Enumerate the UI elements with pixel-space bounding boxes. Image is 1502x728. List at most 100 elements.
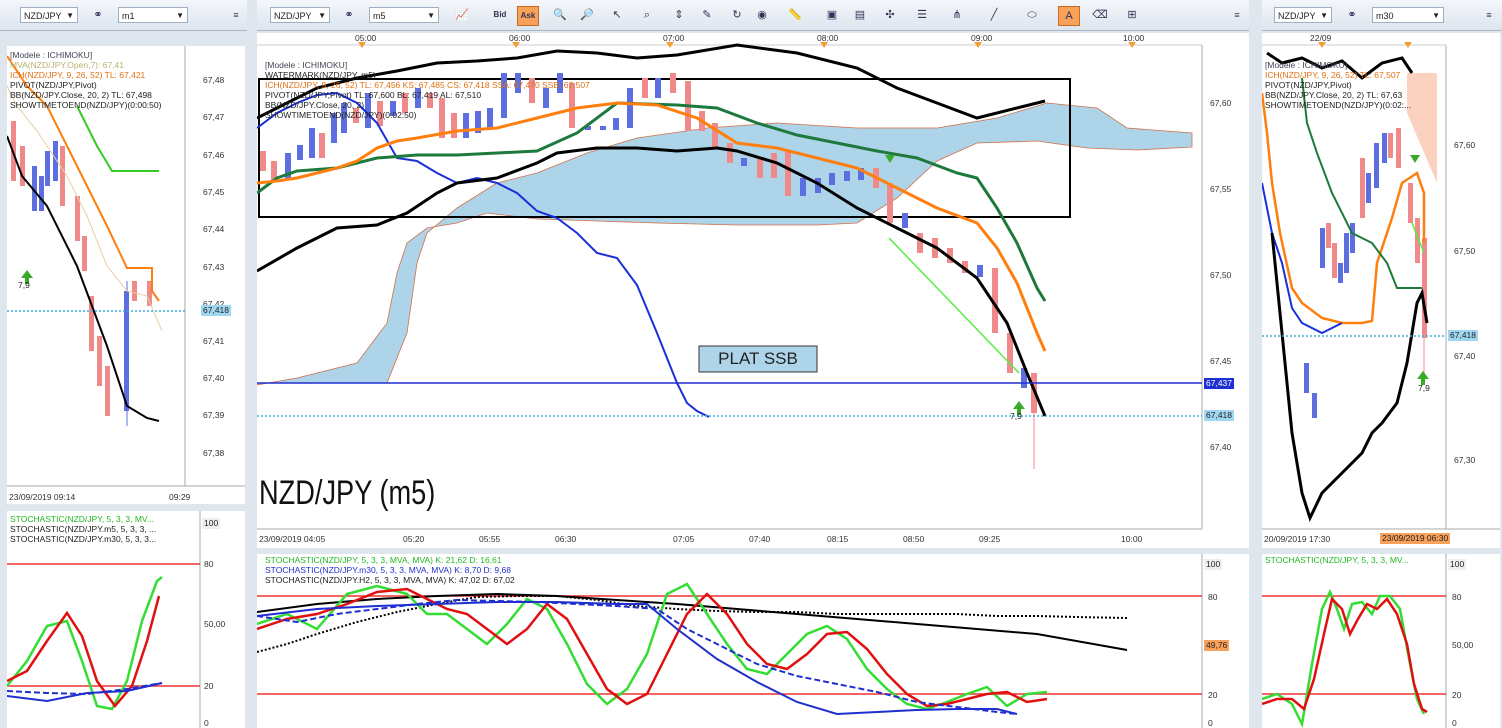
left-legend-pivot: PIVOT(NZD/JPY,Pivot) xyxy=(10,80,97,90)
main-stoch-tick: 100 xyxy=(1204,559,1223,570)
main-toolbar: NZD/JPY ▼ ⚭ m5 ▼ 📈 Bid Ask 🔍 🔎 ↖ ⌕ ⇕ ✎ ↻ ◉… xyxy=(257,0,1249,31)
ask-button[interactable]: Ask xyxy=(517,6,539,26)
fit-icon[interactable]: ⇕ xyxy=(669,6,689,24)
right-stoch-tick: 20 xyxy=(1452,690,1462,700)
left-symbol-value: NZD/JPY xyxy=(24,11,62,21)
main-xlabel: 05:55 xyxy=(479,534,501,544)
text-tool-icon[interactable]: A xyxy=(1058,6,1080,26)
left-stoch-tick: 20 xyxy=(204,681,214,691)
main-legend-model: [Modele : ICHIMOKU] xyxy=(265,60,348,70)
fan-icon[interactable]: ⋔ xyxy=(947,6,967,24)
main-xlabel: 10:00 xyxy=(1121,534,1143,544)
right-symbol-value: NZD/JPY xyxy=(1278,11,1316,21)
left-symbol-select[interactable]: NZD/JPY ▼ xyxy=(20,7,78,23)
zoom-out-icon[interactable]: 🔎 xyxy=(577,6,597,24)
cursor-icon[interactable]: ↖ xyxy=(607,6,627,24)
left-stoch-tick: 0 xyxy=(204,718,209,728)
refresh-icon[interactable]: ↻ xyxy=(727,6,747,24)
main-ytick: 67,45 xyxy=(1210,356,1232,366)
main-arrow-label: 7,9 xyxy=(1010,411,1022,421)
left-timeframe-value: m1 xyxy=(122,11,135,21)
left-stoch-chart[interactable]: STOCHASTIC(NZD/JPY, 5, 3, 3, MV... STOCH… xyxy=(7,511,245,728)
left-stoch-legend: STOCHASTIC(NZD/JPY, 5, 3, 3, MV... xyxy=(10,514,154,524)
main-stoch-tick: 80 xyxy=(1208,592,1218,602)
link-icon[interactable]: ⚭ xyxy=(1342,6,1362,24)
bid-button[interactable]: Bid xyxy=(490,6,510,24)
left-xlabel: 23/09/2019 09:14 xyxy=(9,492,76,502)
link-icon[interactable]: ⚭ xyxy=(88,6,108,24)
right-bb-lower xyxy=(1270,232,1429,523)
lines-icon[interactable]: ☰ xyxy=(912,6,932,24)
main-symbol-select[interactable]: NZD/JPY ▼ xyxy=(270,7,330,23)
right-timeframe-select[interactable]: m30 ▼ xyxy=(1372,7,1444,23)
main-ytick: 67,60 xyxy=(1210,98,1232,108)
eraser-icon[interactable]: ⌫ xyxy=(1090,6,1110,24)
chevron-down-icon: ▼ xyxy=(1320,11,1328,20)
ichimoku-cloud xyxy=(257,102,1193,386)
top-time-label: 08:00 xyxy=(817,33,839,43)
top-time-label: 05:00 xyxy=(355,33,377,43)
edit-icon[interactable]: ✎ xyxy=(697,6,717,24)
main-xlabel: 23/09/2019 04:05 xyxy=(259,534,326,544)
left-kijun-line xyxy=(76,105,159,172)
chevron-down-icon: ▼ xyxy=(1432,11,1440,20)
window-icon[interactable]: ▤ xyxy=(850,6,870,24)
chart-type-icon[interactable]: 📈 xyxy=(452,6,472,24)
magnifier-icon[interactable]: ⌕ xyxy=(637,6,657,24)
left-toolbar: NZD/JPY ▼ ⚭ m1 ▼ ≡ xyxy=(0,0,247,31)
left-stoch-legend: STOCHASTIC(NZD/JPY.m5, 5, 3, 3, ... xyxy=(10,524,157,534)
main-xlabel: 07:40 xyxy=(749,534,771,544)
left-arrow-label: 7,9 xyxy=(18,280,30,290)
main-stoch-tick: 0 xyxy=(1208,718,1213,728)
right-price-chart[interactable]: 22/09 [Modele : ICHIMOKU] ICH(NZD/JPY, 9… xyxy=(1262,33,1500,548)
right-top-date: 22/09 xyxy=(1310,33,1332,43)
top-time-label: 10:00 xyxy=(1123,33,1145,43)
left-price-tag: 67,418 xyxy=(201,305,231,316)
right-toolbar: NZD/JPY ▼ ⚭ m30 ▼ ≡ xyxy=(1262,0,1502,31)
left-ytick: 67,41 xyxy=(203,336,225,346)
main-stoch-tick: 49,76 xyxy=(1204,640,1230,651)
ssb-price-tag: 67,437 xyxy=(1204,378,1234,389)
plat-ssb-label[interactable]: PLAT SSB xyxy=(699,349,817,369)
globe-icon[interactable]: ◉ xyxy=(752,6,772,24)
left-ytick: 67,43 xyxy=(203,262,225,272)
left-legend-mva: MVA(NZD/JPY.Open,7): 67,41 xyxy=(10,60,125,70)
menu-icon[interactable]: ≡ xyxy=(1227,6,1247,24)
left-ytick: 67,47 xyxy=(203,112,225,122)
top-time-label: 09:00 xyxy=(971,33,993,43)
main-xlabel: 05:20 xyxy=(403,534,425,544)
left-timeframe-select[interactable]: m1 ▼ xyxy=(118,7,188,23)
right-stoch-tick: 0 xyxy=(1452,718,1457,728)
main-legend-ich: ICH(NZD/JPY, 9, 26, 52) TL: 67,456 KS: 6… xyxy=(265,80,590,90)
crosshair-icon[interactable]: ✣ xyxy=(880,6,900,24)
right-legend-timer: SHOWTIMETOEND(NZD/JPY)(0:02:... xyxy=(1265,100,1412,110)
right-xlabel: 20/09/2019 17:30 xyxy=(1264,534,1331,544)
image-icon[interactable]: ▣ xyxy=(822,6,842,24)
left-candles xyxy=(11,121,152,426)
left-ytick: 67,46 xyxy=(203,150,225,160)
zoom-in-icon[interactable]: 🔍 xyxy=(550,6,570,24)
hierarchy-icon[interactable]: ⊞ xyxy=(1122,6,1142,24)
ellipse-icon[interactable]: ⬭ xyxy=(1022,6,1042,24)
right-ytick: 67,60 xyxy=(1454,140,1476,150)
left-legend-timer: SHOWTIMETOEND(NZD/JPY)(0:00:50) xyxy=(10,100,162,110)
main-stoch-tick: 20 xyxy=(1208,690,1218,700)
main-timeframe-select[interactable]: m5 ▼ xyxy=(369,7,439,23)
right-symbol-select[interactable]: NZD/JPY ▼ xyxy=(1274,7,1332,23)
right-xlabel-highlight: 23/09/2019 06:30 xyxy=(1380,533,1451,544)
main-ytick: 67,40 xyxy=(1210,442,1232,452)
main-stoch-chart[interactable]: STOCHASTIC(NZD/JPY, 5, 3, 3, MVA, MVA) K… xyxy=(257,554,1249,728)
main-price-chart[interactable]: 05:00 06:00 07:00 08:00 09:00 10:00 [Mod… xyxy=(257,33,1249,548)
right-stoch-chart[interactable]: STOCHASTIC(NZD/JPY, 5, 3, 3, MV... 100 8… xyxy=(1262,554,1500,728)
right-legend-model: [Modele : ICHIMOKU] xyxy=(1265,60,1348,70)
ruler-icon[interactable]: 📏 xyxy=(785,6,805,24)
link-icon[interactable]: ⚭ xyxy=(339,6,359,24)
chevron-down-icon: ▼ xyxy=(427,11,435,20)
left-ytick: 67,40 xyxy=(203,373,225,383)
menu-icon[interactable]: ≡ xyxy=(1479,6,1499,24)
trendline-icon[interactable]: ╱ xyxy=(984,6,1004,24)
menu-icon[interactable]: ≡ xyxy=(226,6,246,24)
main-legend-timer: SHOWTIMETOEND(NZD/JPY)(0:02:50) xyxy=(265,110,417,120)
left-price-chart[interactable]: [Modele : ICHIMOKU] MVA(NZD/JPY.Open,7):… xyxy=(7,46,245,504)
right-arrow-label: 7,9 xyxy=(1418,383,1430,393)
